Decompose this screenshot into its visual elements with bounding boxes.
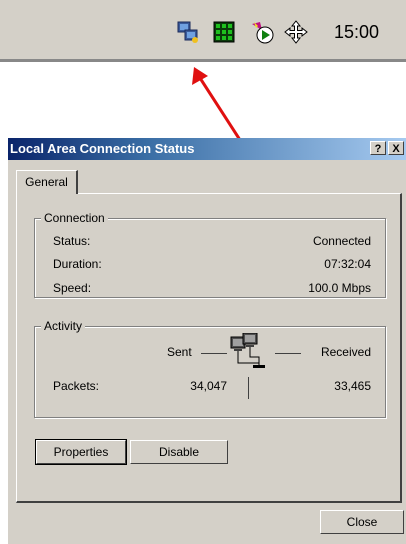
move-arrows-icon[interactable]	[284, 20, 308, 44]
connection-group: Connection Status: Connected Duration: 0…	[34, 211, 386, 298]
received-label: Received	[320, 345, 371, 359]
disable-button[interactable]: Disable	[130, 440, 228, 464]
media-player-icon[interactable]	[250, 20, 274, 44]
duration-value: 07:32:04	[324, 257, 371, 271]
packets-received-value: 33,465	[334, 379, 371, 393]
system-tray: 15:00	[0, 0, 406, 62]
activity-group: Activity Sent Received Packets: 34,047 3…	[34, 319, 386, 418]
sent-line	[201, 353, 227, 354]
duration-label: Duration:	[53, 257, 102, 271]
tab-general[interactable]: General	[16, 170, 78, 194]
properties-button[interactable]: Properties	[35, 439, 127, 465]
dialog-title: Local Area Connection Status	[10, 141, 195, 156]
close-x-button[interactable]: X	[388, 141, 404, 155]
packets-label: Packets:	[53, 379, 100, 393]
speed-label: Speed:	[53, 281, 92, 295]
speed-value: 100.0 Mbps	[308, 281, 371, 295]
activity-legend: Activity	[41, 319, 86, 333]
close-button[interactable]: Close	[320, 510, 404, 534]
green-grid-icon[interactable]	[212, 20, 236, 44]
help-button[interactable]: ?	[370, 141, 386, 155]
network-connection-icon[interactable]	[176, 20, 200, 44]
status-label: Status:	[53, 234, 91, 248]
connection-status-dialog: Local Area Connection Status ? X General…	[8, 138, 406, 544]
packets-sent-value: 34,047	[190, 379, 227, 393]
clock[interactable]: 15:00	[334, 22, 379, 43]
network-activity-icon	[230, 333, 265, 368]
received-line	[275, 353, 301, 354]
packets-divider	[248, 377, 249, 399]
title-bar[interactable]: Local Area Connection Status ? X	[8, 138, 406, 160]
connection-legend: Connection	[41, 211, 108, 225]
sent-label: Sent	[167, 345, 192, 359]
status-value: Connected	[312, 234, 371, 248]
